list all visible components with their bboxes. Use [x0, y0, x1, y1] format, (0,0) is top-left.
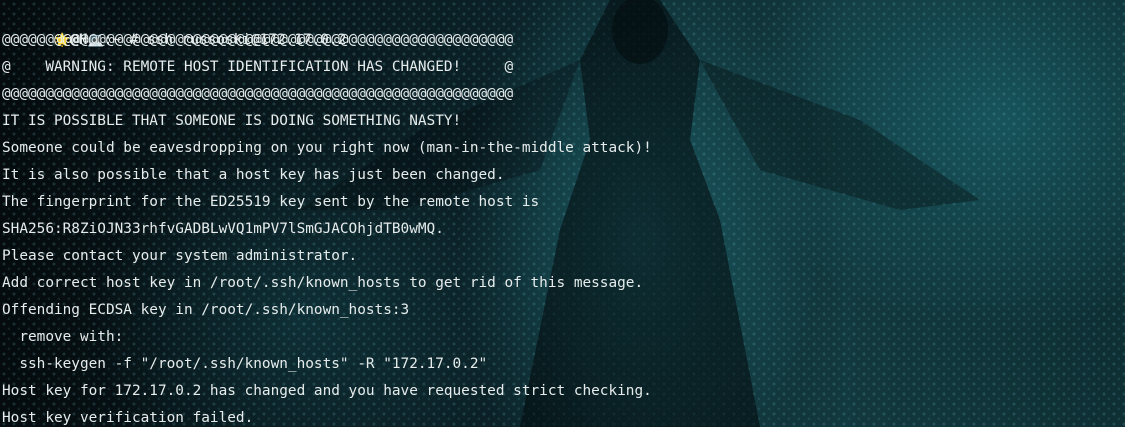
- output-line: @@@@@@@@@@@@@@@@@@@@@@@@@@@@@@@@@@@@@@@@…: [2, 32, 514, 48]
- terminal-window[interactable]: 🌟@H💻:~ # ssh russoski@172.17.0.2 @@@@@@@…: [0, 0, 1125, 427]
- terminal-output[interactable]: 🌟@H💻:~ # ssh russoski@172.17.0.2 @@@@@@@…: [0, 0, 1125, 427]
- prompt-line: 🌟@H💻:~ # ssh russoski@172.17.0.2: [2, 0, 1125, 48]
- output-line: IT IS POSSIBLE THAT SOMEONE IS DOING SOM…: [2, 113, 462, 129]
- output-line: It is also possible that a host key has …: [2, 167, 505, 183]
- output-line: @@@@@@@@@@@@@@@@@@@@@@@@@@@@@@@@@@@@@@@@…: [2, 86, 514, 102]
- output-line: Someone could be eavesdropping on you ri…: [2, 140, 652, 156]
- output-line: SHA256:R8ZiOJN33rhfvGADBLwVQ1mPV7lSmGJAC…: [2, 221, 444, 237]
- output-line: @ WARNING: REMOTE HOST IDENTIFICATION HA…: [2, 59, 514, 75]
- output-line: The fingerprint for the ED25519 key sent…: [2, 194, 540, 210]
- output-line: Please contact your system administrator…: [2, 248, 358, 264]
- output-line: Offending ECDSA key in /root/.ssh/known_…: [2, 302, 410, 318]
- output-line: remove with:: [2, 329, 124, 345]
- output-line: Add correct host key in /root/.ssh/known…: [2, 275, 644, 291]
- output-line: Host key for 172.17.0.2 has changed and …: [2, 383, 652, 399]
- output-line: Host key verification failed.: [2, 410, 254, 426]
- output-line: ssh-keygen -f "/root/.ssh/known_hosts" -…: [2, 356, 488, 372]
